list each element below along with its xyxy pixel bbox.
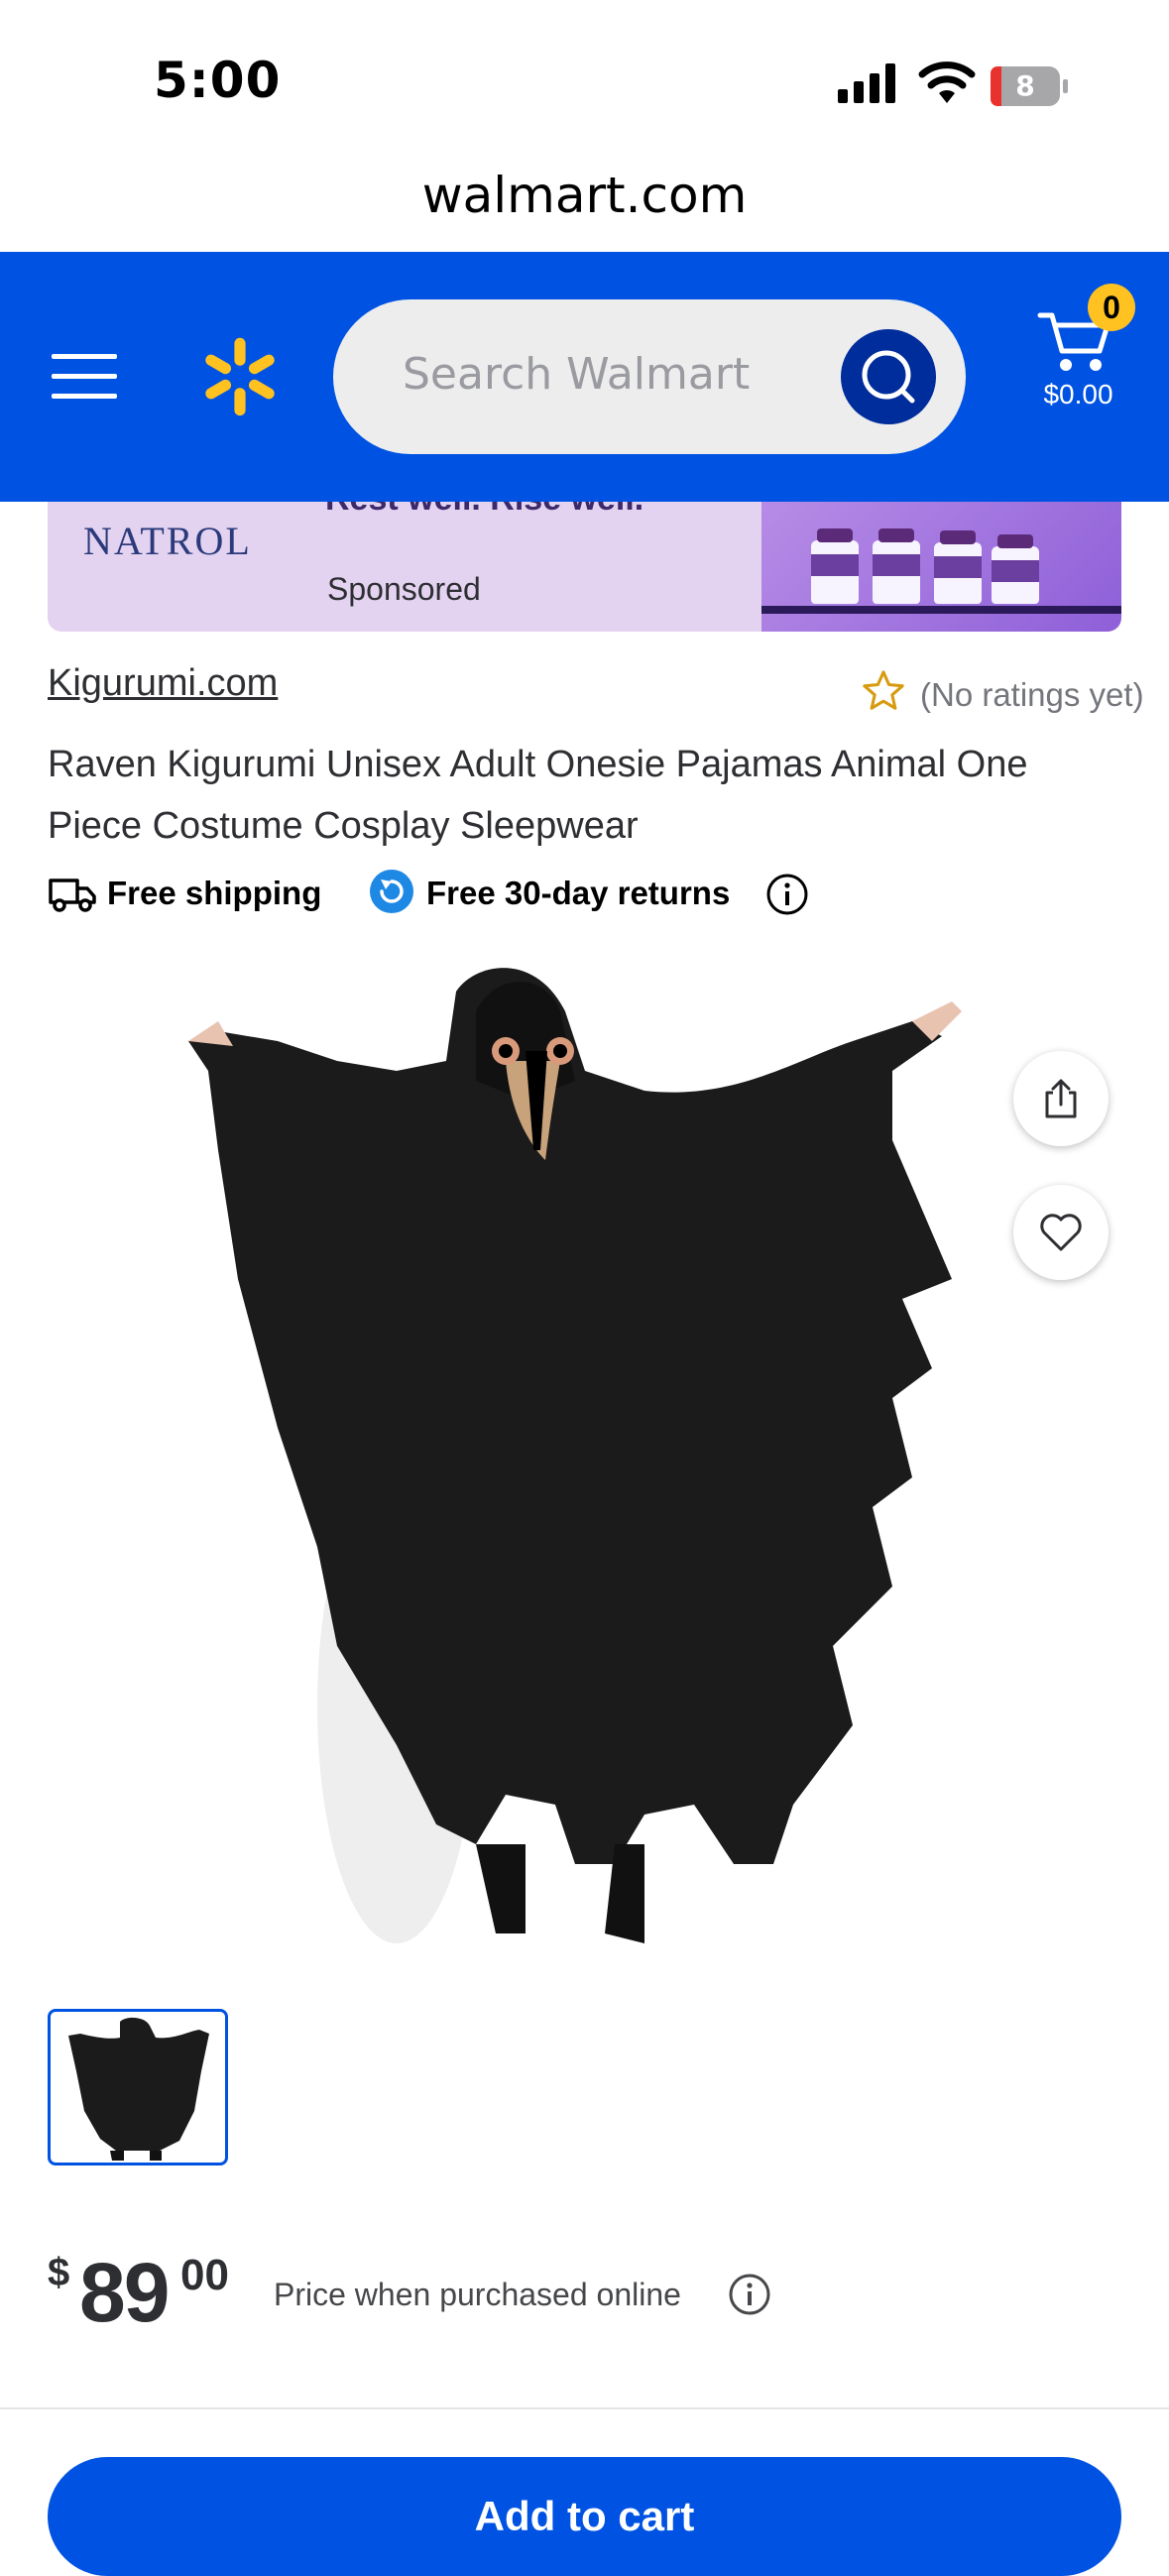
thumbnail-image [68, 2017, 209, 2161]
ad-tagline: Rest well. Rise well. [325, 502, 643, 519]
search-icon [862, 350, 915, 404]
star-icon [863, 670, 904, 710]
browser-url[interactable]: walmart.com [0, 167, 1169, 224]
info-icon[interactable] [765, 873, 809, 916]
search-input[interactable]: Search Walmart [333, 299, 966, 454]
heart-icon [1040, 1214, 1082, 1251]
wifi-icon [918, 61, 976, 103]
free-returns-label: Free 30-day returns [426, 875, 731, 911]
battery-level: 8 [1015, 69, 1035, 102]
product-thumbnail[interactable] [48, 2009, 228, 2166]
status-time: 5:00 [154, 52, 282, 109]
search-button[interactable] [841, 329, 936, 424]
cellular-signal-icon [838, 63, 895, 103]
divider [0, 2407, 1169, 2409]
ad-product-image [761, 502, 1121, 632]
share-button[interactable] [1013, 1051, 1109, 1146]
battery-icon: 8 [990, 65, 1069, 107]
ad-brand-logo: NATROL [83, 519, 252, 563]
price-note: Price when purchased online [274, 2277, 681, 2312]
add-to-cart-button[interactable]: Add to cart [48, 2457, 1121, 2576]
truck-icon [49, 878, 96, 912]
returns-icon [370, 870, 413, 913]
share-icon [1045, 1079, 1077, 1118]
product-image-raven-costume[interactable] [178, 952, 972, 1993]
sponsored-ad-banner[interactable]: Rest well. Rise well. NATROL Sponsored [48, 502, 1121, 632]
info-icon[interactable] [728, 2273, 771, 2316]
price-currency: $ [48, 2251, 70, 2294]
seller-link[interactable]: Kigurumi.com [48, 662, 278, 705]
product-title: Raven Kigurumi Unisex Adult Onesie Pajam… [48, 744, 1028, 847]
free-shipping-label: Free shipping [107, 875, 322, 911]
cart-count-badge: 0 [1088, 284, 1135, 331]
walmart-spark-logo-icon[interactable] [198, 332, 282, 421]
price-dollars: 89 [79, 2246, 170, 2339]
favorite-button[interactable] [1013, 1185, 1109, 1280]
cart-total[interactable]: $0.00 [1011, 379, 1145, 410]
menu-icon[interactable] [50, 352, 119, 402]
price-cents: 00 [180, 2251, 229, 2299]
search-placeholder: Search Walmart [403, 349, 751, 400]
ratings-text[interactable]: (No ratings yet) [920, 676, 1144, 714]
sponsored-label: Sponsored [327, 571, 481, 607]
